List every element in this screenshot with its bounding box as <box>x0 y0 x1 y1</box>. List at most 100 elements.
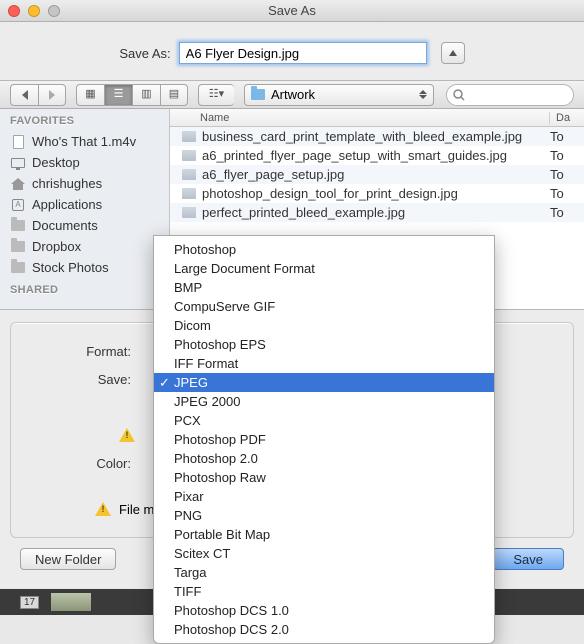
format-option[interactable]: Photoshop Raw <box>154 468 494 487</box>
format-option[interactable]: Targa <box>154 563 494 582</box>
sidebar-item[interactable]: Who's That 1.m4v <box>0 131 169 152</box>
back-button[interactable] <box>10 84 38 106</box>
file-name: business_card_print_template_with_bleed_… <box>202 129 550 144</box>
format-option[interactable]: Photoshop DCS 1.0 <box>154 601 494 620</box>
column-header-name[interactable]: Name <box>170 112 550 124</box>
sidebar-item[interactable]: Documents <box>0 215 169 236</box>
sidebar-item[interactable]: Applications <box>0 194 169 215</box>
forward-button[interactable] <box>38 84 66 106</box>
file-name: photoshop_design_tool_for_print_design.j… <box>202 186 550 201</box>
expand-collapse-button[interactable] <box>441 42 465 64</box>
file-row[interactable]: a6_flyer_page_setup.jpgTo <box>170 165 584 184</box>
sidebar-item-label: Desktop <box>32 155 80 170</box>
format-option[interactable]: Portable Bit Map <box>154 525 494 544</box>
close-icon[interactable] <box>8 5 20 17</box>
warning-icon <box>95 502 111 516</box>
format-option[interactable]: JPEG 2000 <box>154 392 494 411</box>
format-option[interactable]: Photoshop PDF <box>154 430 494 449</box>
coverflow-view-icon: ▤ <box>169 89 179 100</box>
view-mode-segment: ▦ ☰ ▥ ▤ <box>76 84 188 106</box>
search-input[interactable] <box>446 84 574 106</box>
minimize-icon[interactable] <box>28 5 40 17</box>
icons-view-icon: ▦ <box>85 89 95 100</box>
column-header-date[interactable]: Da <box>550 112 584 124</box>
new-folder-button[interactable]: New Folder <box>20 548 116 570</box>
arrange-button[interactable]: ☷▾ <box>198 84 234 106</box>
sidebar-item-label: Who's That 1.m4v <box>32 134 136 149</box>
arrange-segment: ☷▾ <box>198 84 234 106</box>
format-option[interactable]: PCX <box>154 411 494 430</box>
popup-arrows-icon <box>419 90 427 99</box>
folder-icon <box>10 240 26 254</box>
save-as-row: Save As: <box>0 22 584 81</box>
view-coverflow-button[interactable]: ▤ <box>160 84 188 106</box>
file-date: To <box>550 186 580 201</box>
save-button[interactable]: Save <box>492 548 564 570</box>
folder-icon <box>10 261 26 275</box>
file-thumbnail-icon <box>180 168 198 182</box>
format-option[interactable]: Photoshop DCS 2.0 <box>154 620 494 639</box>
view-list-button[interactable]: ☰ <box>104 84 132 106</box>
folder-icon <box>251 89 265 100</box>
format-option[interactable]: TIFF <box>154 582 494 601</box>
format-option[interactable]: PNG <box>154 506 494 525</box>
color-options-label: Color: <box>31 456 131 471</box>
sidebar-item-label: Applications <box>32 197 102 212</box>
format-option[interactable]: CompuServe GIF <box>154 297 494 316</box>
titlebar: Save As <box>0 0 584 22</box>
window-controls <box>8 5 60 17</box>
window-title: Save As <box>0 3 584 18</box>
format-option[interactable]: Pixar <box>154 487 494 506</box>
strip-thumbnail <box>51 593 91 611</box>
file-thumbnail-icon <box>180 187 198 201</box>
format-option[interactable]: Large Document Format <box>154 259 494 278</box>
file-row[interactable]: a6_printed_flyer_page_setup_with_smart_g… <box>170 146 584 165</box>
file-list-header: Name Da <box>170 109 584 127</box>
format-option[interactable]: Dicom <box>154 316 494 335</box>
format-dropdown-menu[interactable]: PhotoshopLarge Document FormatBMPCompuSe… <box>153 235 495 644</box>
format-option[interactable]: BMP <box>154 278 494 297</box>
filename-input[interactable] <box>179 42 427 64</box>
list-view-icon: ☰ <box>114 89 124 100</box>
file-row[interactable]: perfect_printed_bleed_example.jpgTo <box>170 203 584 222</box>
strip-number: 17 <box>20 596 39 609</box>
format-option[interactable]: Photoshop <box>154 240 494 259</box>
sidebar-header-favorites: FAVORITES <box>0 109 169 131</box>
path-popup[interactable]: Artwork <box>244 84 434 106</box>
home-icon <box>10 177 26 191</box>
app-icon <box>10 198 26 212</box>
monitor-icon <box>10 156 26 170</box>
save-as-label: Save As: <box>119 46 170 61</box>
sidebar-item-label: Documents <box>32 218 98 233</box>
sidebar-item-label: Dropbox <box>32 239 81 254</box>
zoom-icon <box>48 5 60 17</box>
view-icons-button[interactable]: ▦ <box>76 84 104 106</box>
chevron-left-icon <box>22 90 28 100</box>
format-option[interactable]: Photoshop 2.0 <box>154 449 494 468</box>
format-option[interactable]: JPEG <box>154 373 494 392</box>
sidebar-item[interactable]: chrishughes <box>0 173 169 194</box>
format-option[interactable]: IFF Format <box>154 354 494 373</box>
format-label: Format: <box>31 344 131 359</box>
warning-icon <box>119 428 135 442</box>
view-columns-button[interactable]: ▥ <box>132 84 160 106</box>
format-option[interactable]: Photoshop EPS <box>154 335 494 354</box>
file-date: To <box>550 129 580 144</box>
sidebar-item[interactable]: Stock Photos <box>0 257 169 278</box>
format-option[interactable]: Scitex CT <box>154 544 494 563</box>
file-row[interactable]: business_card_print_template_with_bleed_… <box>170 127 584 146</box>
columns-view-icon: ▥ <box>141 89 151 100</box>
browser-toolbar: ▦ ☰ ▥ ▤ ☷▾ Artwork <box>0 81 584 109</box>
nav-back-forward <box>10 84 66 106</box>
file-thumbnail-icon <box>180 206 198 220</box>
file-date: To <box>550 205 580 220</box>
sidebar-item[interactable]: Desktop <box>0 152 169 173</box>
file-icon <box>10 135 26 149</box>
sidebar-item-label: Stock Photos <box>32 260 109 275</box>
sidebar-header-shared: SHARED <box>0 278 169 300</box>
sidebar-item-label: chrishughes <box>32 176 102 191</box>
folder-icon <box>10 219 26 233</box>
search-icon <box>453 89 465 101</box>
file-row[interactable]: photoshop_design_tool_for_print_design.j… <box>170 184 584 203</box>
sidebar-item[interactable]: Dropbox <box>0 236 169 257</box>
